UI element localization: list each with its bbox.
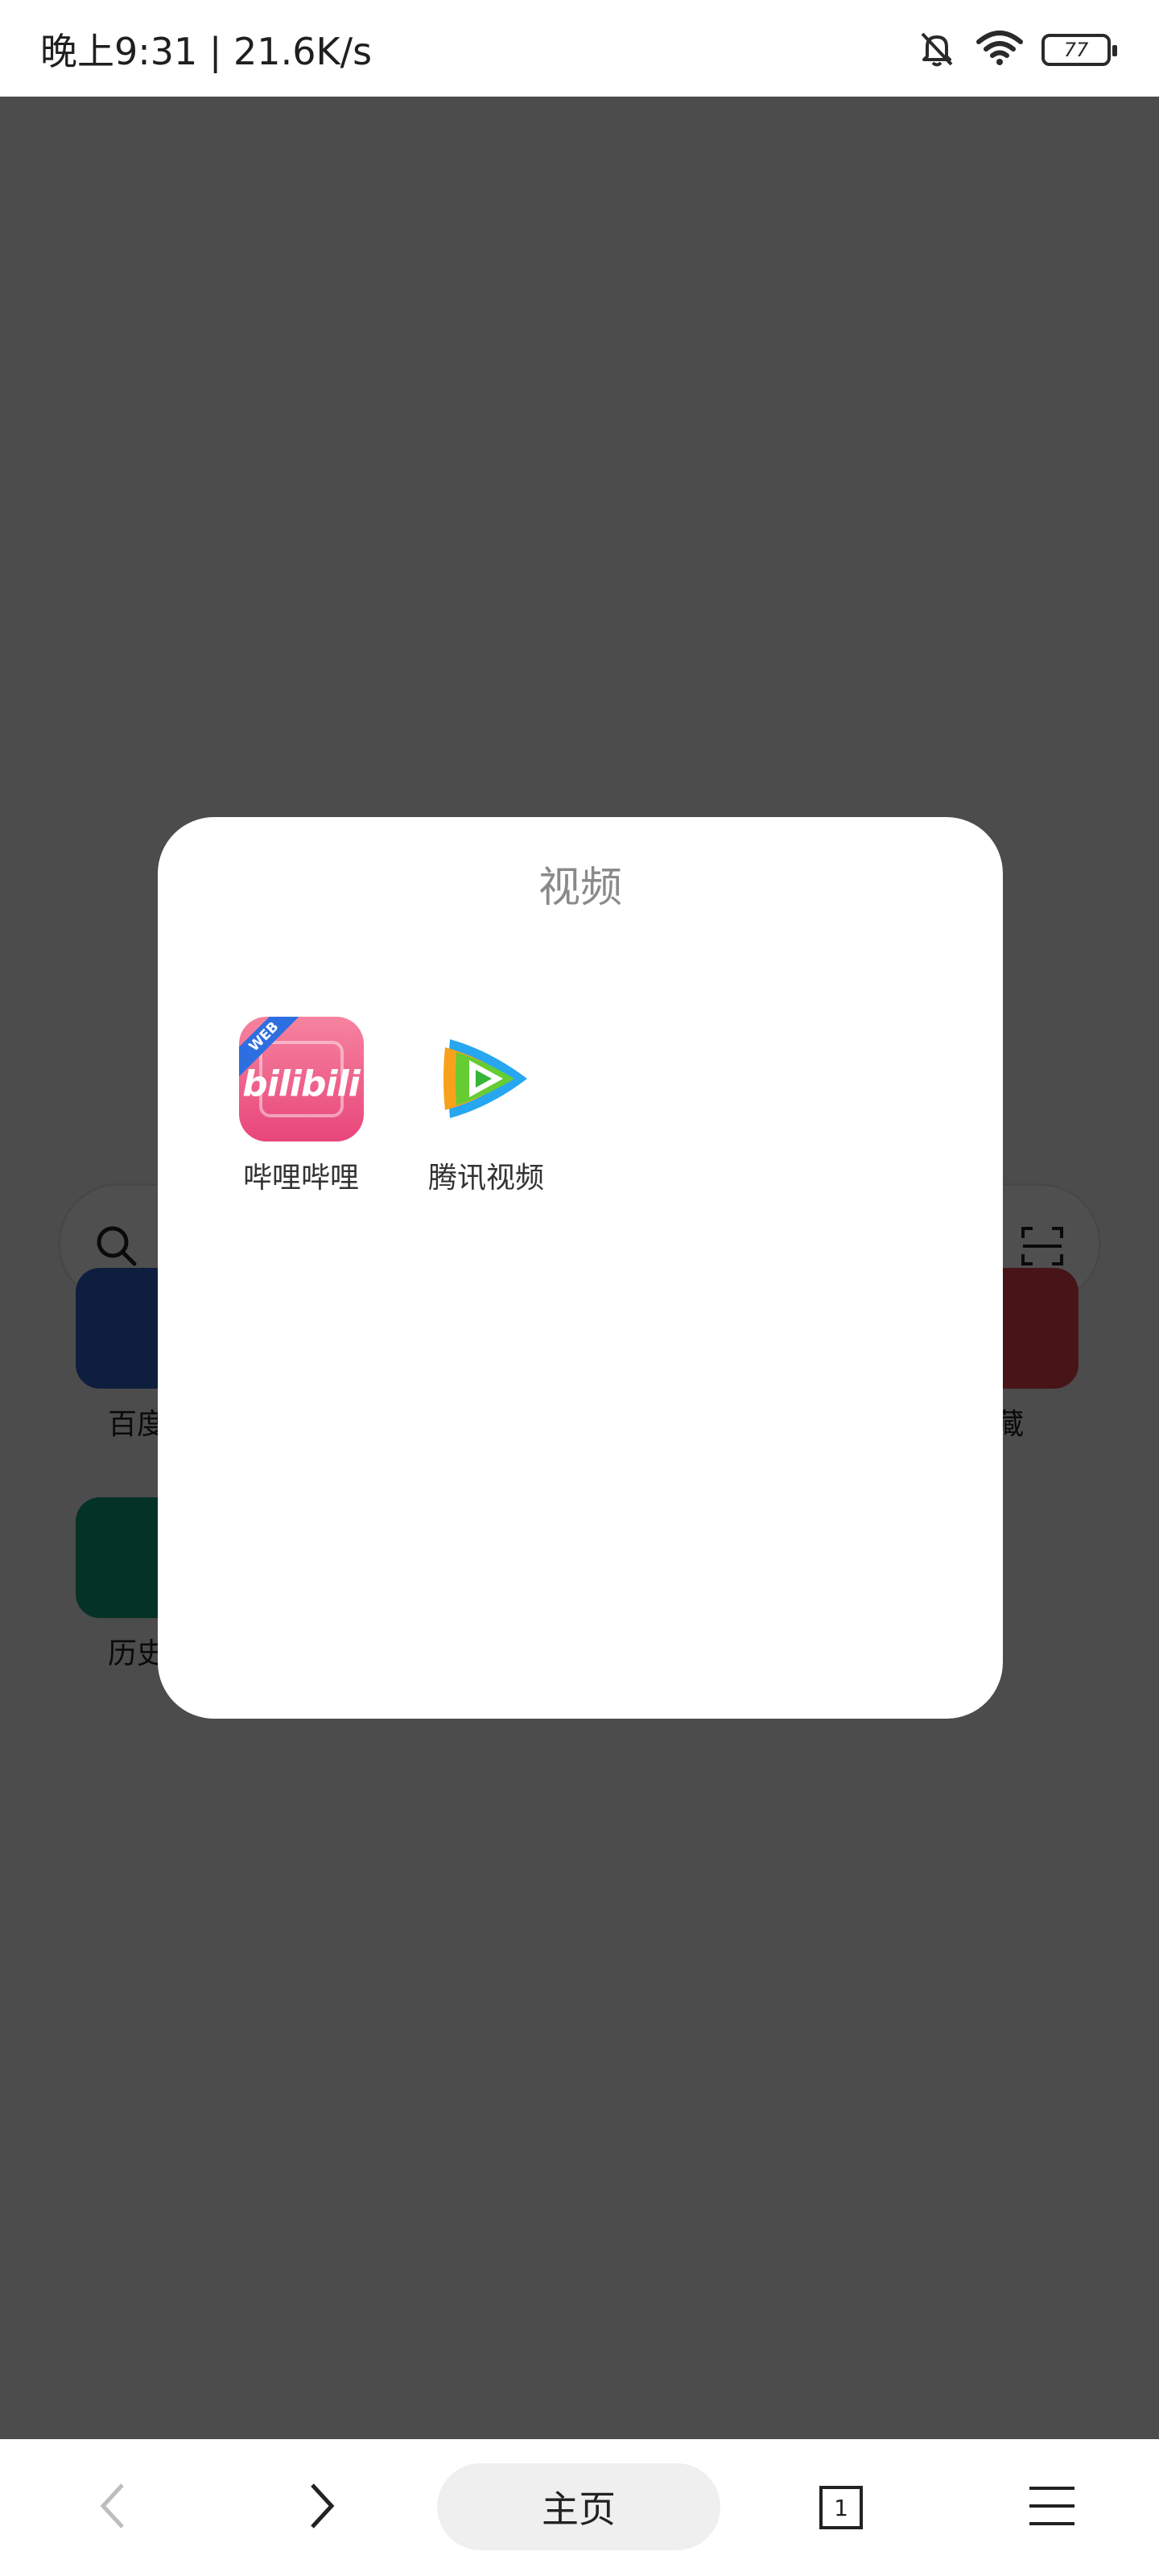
app-tencent-video[interactable]: 腾讯视频 bbox=[406, 1017, 567, 1196]
app-bilibili[interactable]: bilibili WEB 哔哩哔哩 bbox=[221, 1017, 382, 1196]
battery-icon: 77 bbox=[1041, 34, 1117, 66]
menu-icon bbox=[1028, 2482, 1076, 2533]
bell-mute-icon bbox=[916, 27, 958, 72]
folder-title: 视频 bbox=[538, 864, 622, 912]
bottom-nav: 主页 1 bbox=[0, 2439, 1159, 2576]
app-label: 腾讯视频 bbox=[427, 1162, 544, 1195]
back-icon bbox=[97, 2480, 129, 2535]
tabs-icon: 1 bbox=[819, 2486, 863, 2529]
bilibili-icon: bilibili WEB bbox=[238, 1017, 364, 1141]
menu-button[interactable] bbox=[1016, 2471, 1088, 2544]
folder-dialog: 视频 bilibili WEB 哔哩哔哩 腾讯视频 bbox=[158, 817, 1003, 1719]
status-icons: 77 bbox=[916, 27, 1117, 72]
forward-button[interactable] bbox=[286, 2471, 358, 2544]
battery-level: 77 bbox=[1063, 39, 1089, 61]
status-bar: 晚上9:31 | 21.6K/s 77 bbox=[0, 0, 1159, 97]
status-time-speed: 晚上9:31 | 21.6K/s bbox=[40, 30, 373, 73]
app-label: 哔哩哔哩 bbox=[242, 1162, 359, 1195]
bilibili-logo-text: bilibili bbox=[242, 1063, 360, 1104]
tencent-video-icon bbox=[424, 1017, 549, 1141]
forward-icon bbox=[306, 2480, 338, 2535]
home-button[interactable]: 主页 bbox=[437, 2463, 720, 2550]
tabs-button[interactable]: 1 bbox=[805, 2471, 877, 2544]
wifi-icon bbox=[975, 29, 1024, 71]
back-button[interactable] bbox=[76, 2471, 149, 2544]
